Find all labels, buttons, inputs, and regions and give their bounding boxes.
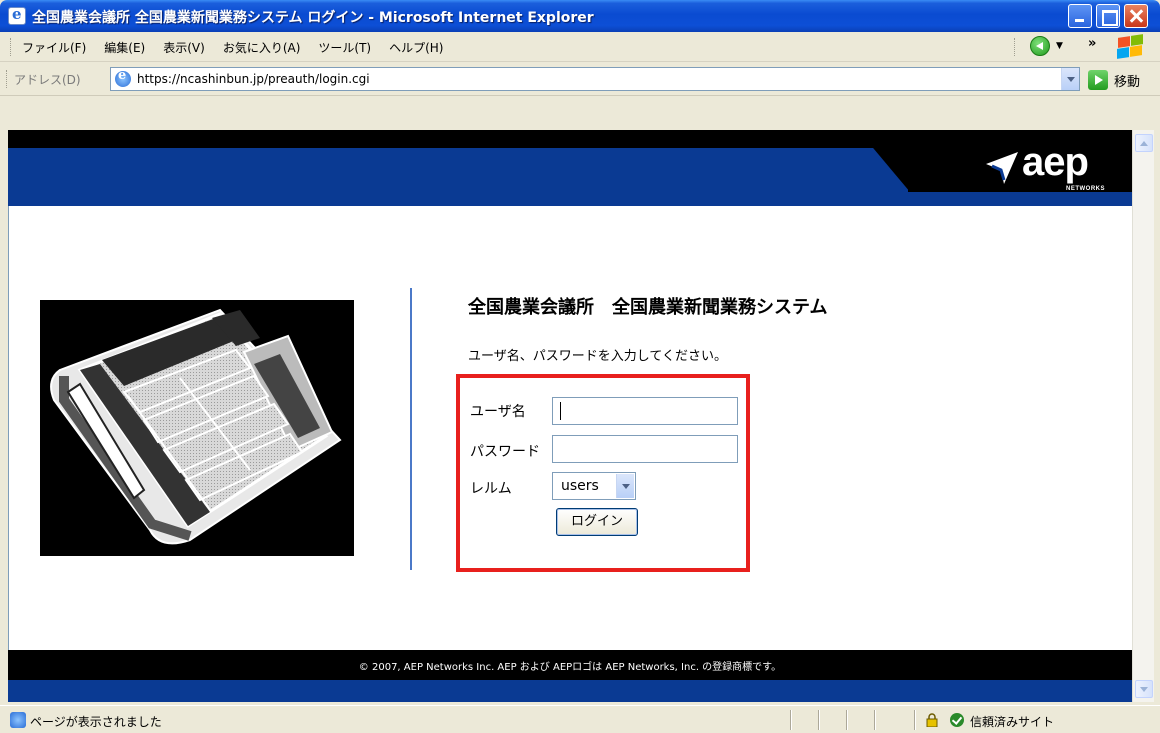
- status-separator: [914, 710, 916, 730]
- realm-selected-value: users: [561, 478, 599, 494]
- menu-bar: ファイル(F) 編集(E) 表示(V) お気に入り(A) ツール(T) ヘルプ(…: [0, 32, 1160, 62]
- password-label: パスワード: [470, 444, 540, 460]
- title-bar[interactable]: 全国農業会議所 全国農業新聞業務システム ログイン - Microsoft In…: [0, 0, 1160, 32]
- page-status-icon: [10, 712, 26, 728]
- security-zone-label[interactable]: 信頼済みサイト: [970, 713, 1054, 730]
- status-separator: [790, 710, 792, 730]
- status-bar: ページが表示されました 信頼済みサイト: [0, 705, 1160, 733]
- status-separator: [846, 710, 848, 730]
- login-instruction: ユーザ名、パスワードを入力してください。: [468, 349, 727, 364]
- status-separator: [874, 710, 876, 730]
- scroll-up-button[interactable]: [1135, 134, 1153, 152]
- toolbar-overflow-chevron[interactable]: »: [1088, 36, 1096, 51]
- aep-logo-subtext: NETWORKS: [1066, 186, 1105, 192]
- address-input[interactable]: https://ncashinbun.jp/preauth/login.cgi: [110, 67, 1080, 91]
- realm-select[interactable]: users: [552, 472, 636, 500]
- menu-view[interactable]: 表示(V): [163, 39, 205, 56]
- system-title: 全国農業会議所 全国農業新聞業務システム: [468, 297, 828, 318]
- scroll-down-button[interactable]: [1135, 680, 1153, 698]
- footer-band: [8, 680, 1132, 702]
- vertical-scrollbar[interactable]: [1132, 130, 1154, 702]
- address-url[interactable]: https://ncashinbun.jp/preauth/login.cgi: [137, 72, 370, 86]
- login-button[interactable]: ログイン: [556, 508, 638, 536]
- maximize-button[interactable]: [1096, 4, 1120, 28]
- status-separator: [818, 710, 820, 730]
- trusted-zone-icon: [950, 713, 964, 727]
- aep-logo-mark-icon: [986, 152, 1018, 184]
- realm-label: レルム: [470, 481, 512, 497]
- go-arrow-icon[interactable]: [1088, 70, 1108, 90]
- menu-file[interactable]: ファイル(F): [22, 39, 86, 56]
- status-message: ページが表示されました: [30, 715, 162, 729]
- password-input[interactable]: [552, 435, 738, 463]
- newspaper-illustration: [40, 300, 354, 556]
- windows-logo-icon: [1116, 34, 1144, 59]
- window-title: 全国農業会議所 全国農業新聞業務システム ログイン - Microsoft In…: [32, 10, 594, 26]
- menu-tools[interactable]: ツール(T): [318, 39, 371, 56]
- aep-logo-text: aep: [1022, 140, 1089, 184]
- menu-favorites[interactable]: お気に入り(A): [223, 39, 301, 56]
- go-button-label[interactable]: 移動: [1114, 71, 1140, 90]
- toolbar-grip[interactable]: [1014, 38, 1017, 56]
- back-arrow-icon[interactable]: [1030, 36, 1050, 56]
- page-footer: © 2007, AEP Networks Inc. AEP および AEPロゴは…: [8, 650, 1132, 680]
- lock-icon[interactable]: [926, 713, 938, 727]
- username-input[interactable]: [552, 397, 738, 425]
- minimize-button[interactable]: [1068, 4, 1092, 28]
- back-dropdown-icon[interactable]: ▼: [1056, 41, 1063, 51]
- ie-icon[interactable]: [8, 5, 26, 25]
- menu-help[interactable]: ヘルプ(H): [389, 39, 443, 56]
- username-label: ユーザ名: [470, 404, 526, 420]
- menu-items: ファイル(F) 編集(E) 表示(V) お気に入り(A) ツール(T) ヘルプ(…: [22, 39, 443, 56]
- chevron-down-icon[interactable]: [616, 474, 634, 498]
- content-divider: [410, 288, 412, 570]
- address-dropdown-button[interactable]: [1061, 68, 1079, 90]
- close-button[interactable]: [1124, 4, 1148, 28]
- address-bar: アドレス(D) https://ncashinbun.jp/preauth/lo…: [0, 62, 1160, 96]
- menu-edit[interactable]: 編集(E): [104, 39, 145, 56]
- address-label: アドレス(D): [14, 73, 81, 87]
- page-header-band: [8, 130, 1132, 206]
- toolbar-grip[interactable]: [10, 38, 13, 56]
- page-icon: [115, 68, 131, 87]
- copyright-text: © 2007, AEP Networks Inc. AEP および AEPロゴは…: [358, 662, 782, 673]
- toolbar-grip[interactable]: [6, 70, 9, 88]
- text-cursor: [560, 402, 561, 420]
